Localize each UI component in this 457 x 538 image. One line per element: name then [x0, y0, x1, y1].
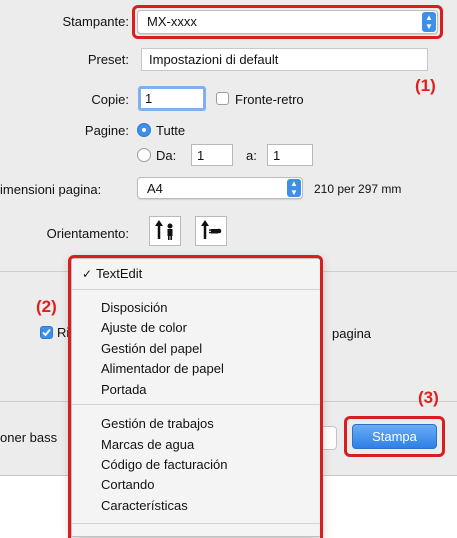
pages-to-value: 1 [273, 148, 281, 163]
copies-value: 1 [145, 91, 153, 106]
preset-label: Preset: [87, 52, 129, 67]
callout-number-2: (2) [36, 297, 57, 316]
paper-size-value: A4 [147, 181, 163, 196]
pages-range-radio[interactable] [137, 148, 151, 162]
callout-print-highlight [344, 416, 445, 457]
portrait-icon [155, 220, 173, 240]
copies-input[interactable]: 1 [138, 86, 206, 111]
pages-label: Pagine: [84, 123, 129, 138]
stepper-icon: ▲ ▼ [287, 179, 301, 197]
preset-select[interactable]: Impostazioni di default [141, 48, 428, 71]
callout-number-1: (1) [415, 76, 436, 95]
pages-from-label: Da: [156, 148, 177, 163]
paper-size-select[interactable]: A4 ▲ ▼ [137, 177, 303, 199]
pages-to-input[interactable]: 1 [267, 144, 313, 166]
callout-menu-highlight [68, 255, 323, 538]
pages-to-label: a: [246, 148, 257, 163]
paper-dimensions: 210 per 297 mm [314, 182, 402, 196]
orientation-label: Orientamento: [46, 226, 129, 241]
paper-size-label: imensioni pagina: [0, 182, 102, 197]
option-page-label: pagina [332, 326, 372, 341]
low-toner-label: oner bass [0, 430, 58, 445]
pages-from-value: 1 [197, 148, 205, 163]
duplex-checkbox[interactable] [216, 92, 229, 105]
checkmark-icon [42, 328, 51, 337]
pages-all-label: Tutte [156, 123, 186, 138]
pages-from-input[interactable]: 1 [191, 144, 233, 166]
pages-all-radio[interactable] [137, 123, 151, 137]
portrait-orientation-button[interactable] [149, 216, 181, 246]
landscape-orientation-button[interactable] [195, 216, 227, 246]
partial-button-edge [322, 426, 337, 450]
printer-label: Stampante: [62, 14, 130, 29]
copies-label: Copie: [91, 92, 129, 107]
preset-value: Impostazioni di default [149, 52, 279, 67]
duplex-label: Fronte-retro [235, 92, 304, 107]
landscape-icon [201, 220, 222, 239]
callout-printer-highlight [132, 5, 443, 39]
callout-number-3: (3) [418, 388, 439, 407]
option-checkbox[interactable] [40, 326, 53, 339]
